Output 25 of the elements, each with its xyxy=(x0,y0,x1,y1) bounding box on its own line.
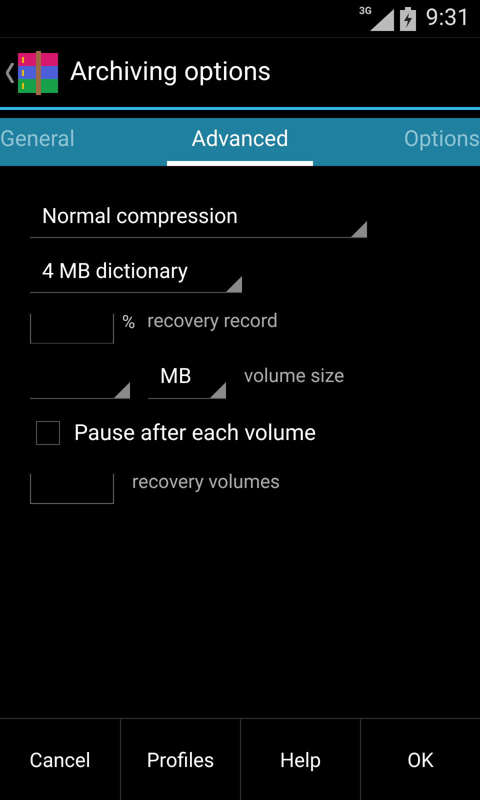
tab[interactable]: Advanced xyxy=(166,118,314,166)
percent-unit: % xyxy=(122,310,136,334)
unit-dropdown[interactable]: MB xyxy=(148,358,226,398)
pause-label: Pause after each volume xyxy=(74,420,316,448)
checkbox[interactable] xyxy=(36,421,60,445)
back-chevron-icon xyxy=(6,62,14,82)
pause-checkbox-row[interactable]: Pause after each volume xyxy=(30,416,480,450)
app-icon-button[interactable] xyxy=(6,50,60,94)
bottom-button[interactable]: Cancel xyxy=(0,719,120,800)
screen-title: Archiving options xyxy=(70,56,271,89)
bottom-button[interactable]: Help xyxy=(240,719,360,800)
compression-dropdown[interactable]: Normal compression xyxy=(30,198,367,238)
network-type: 3G xyxy=(359,7,372,17)
clock: 9:31 xyxy=(426,3,470,34)
volume-size-label: volume size xyxy=(244,363,344,389)
battery-icon xyxy=(400,6,416,30)
bottom-button[interactable]: OK xyxy=(360,719,480,800)
dictionary-dropdown[interactable]: 4 MB dictionary xyxy=(30,253,242,293)
signal-icon xyxy=(370,6,394,30)
bottom-button[interactable]: Profiles xyxy=(120,719,240,800)
archive-books-icon xyxy=(16,50,60,94)
recovery-record-label: recovery record xyxy=(147,308,278,334)
recovery-volumes-label: recovery volumes xyxy=(132,468,280,494)
recovery-volumes-field[interactable] xyxy=(30,474,114,504)
recovery-record-field[interactable] xyxy=(30,314,114,344)
